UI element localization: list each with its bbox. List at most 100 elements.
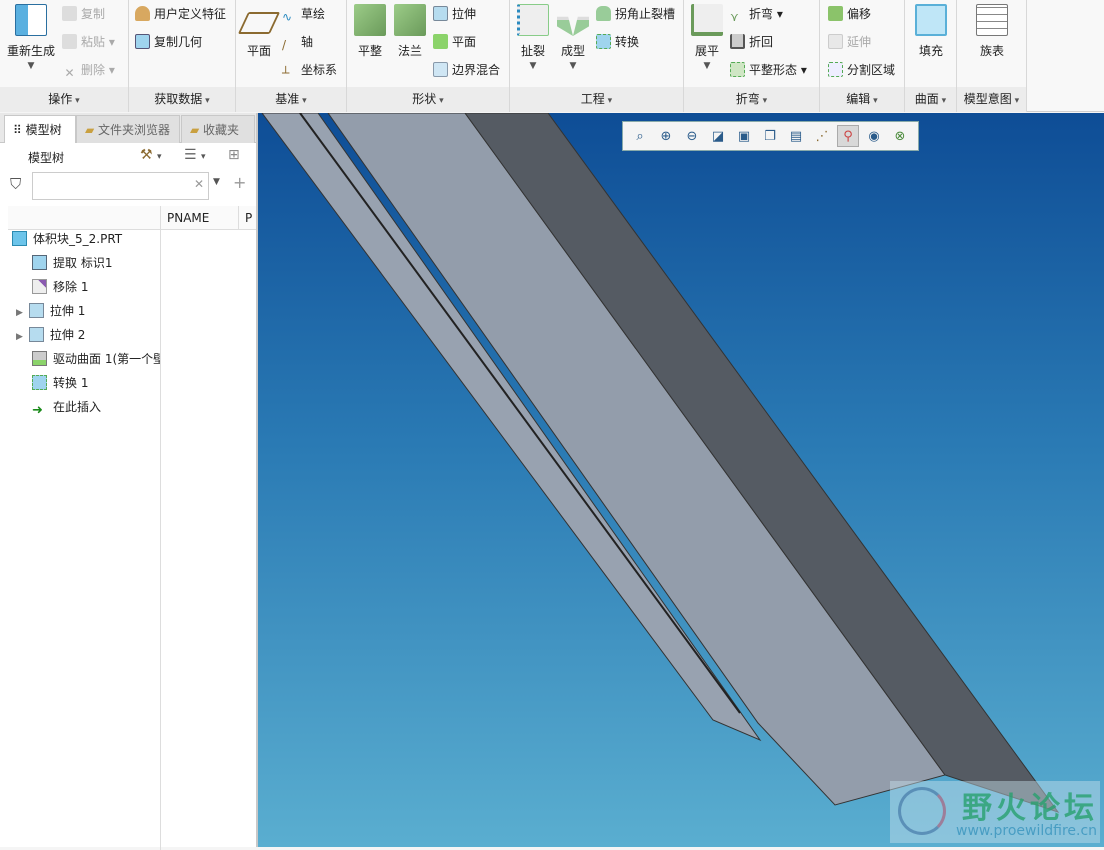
datum-display-icon[interactable]: ⋰ — [811, 125, 833, 147]
extend-button[interactable]: 延伸 — [828, 32, 871, 52]
planar-button[interactable]: 平面 — [433, 32, 476, 52]
group-label[interactable]: 工程 — [510, 87, 683, 112]
convert-button[interactable]: 转换 — [596, 32, 639, 52]
column-divider — [160, 230, 161, 850]
tree-item[interactable]: 提取 标识1 — [32, 252, 192, 274]
tree-item[interactable]: ▶ 拉伸 1 — [16, 300, 176, 322]
tab-folder-browser[interactable]: ▰ 文件夹浏览器 — [76, 115, 180, 143]
tree-item[interactable]: 转换 1 — [32, 372, 192, 394]
insert-here-arrow-icon: ➜ — [32, 403, 43, 418]
family-table-button[interactable]: 族表 — [973, 4, 1011, 59]
family-table-icon — [976, 4, 1008, 36]
appearance-icon[interactable]: ⊗ — [889, 125, 911, 147]
watermark-url: www.proewildfire.cn — [956, 823, 1098, 839]
unbend-button[interactable]: 展平 ▼ — [688, 4, 726, 71]
tree-item[interactable]: ▶ 拉伸 2 — [16, 324, 176, 346]
tree-icon: ⠿ — [13, 123, 26, 137]
column-header-row: PNAME P — [8, 206, 256, 230]
column-p[interactable]: P — [238, 206, 256, 230]
column-pname[interactable]: PNAME — [160, 206, 240, 230]
tree-item-root[interactable]: 体积块_5_2.PRT — [12, 228, 172, 250]
filter-icon: ⛉ — [10, 175, 22, 193]
split-area-button[interactable]: 分割区域 — [828, 60, 895, 80]
saved-views-icon[interactable]: ❐ — [759, 125, 781, 147]
folder-icon: ▰ — [85, 123, 99, 137]
bend-back-button[interactable]: 折回 — [730, 32, 773, 52]
boundary-blend-button[interactable]: 边界混合 — [433, 60, 500, 80]
coordinate-system-icon: ┴ — [282, 66, 290, 80]
sketch-button[interactable]: ∿ 草绘 — [282, 4, 325, 24]
extrude-button[interactable]: 拉伸 — [433, 4, 476, 24]
group-label[interactable]: 编辑 — [820, 87, 904, 112]
coordinate-system-button[interactable]: ┴ 坐标系 — [282, 60, 337, 80]
group-label[interactable]: 操作 — [0, 87, 128, 112]
bend-button[interactable]: ⋎ 折弯 ▾ — [730, 4, 783, 24]
rip-button[interactable]: 扯裂 ▼ — [516, 4, 550, 71]
fill-button[interactable]: 填充 — [913, 4, 949, 59]
graphics-viewport[interactable]: ⌕ ⊕ ⊖ ◪ ▣ ❐ ▤ ⋰ ⚲ ◉ ⊗ 野火论坛 www.proewildf… — [258, 113, 1104, 847]
add-filter-icon[interactable]: + — [233, 173, 246, 192]
corner-relief-button[interactable]: 拐角止裂槽 — [596, 4, 675, 24]
clear-search-icon[interactable]: ✕ — [194, 177, 204, 191]
group-engineering: 扯裂 ▼ 成型 ▼ 拐角止裂槽 转换 工程 — [510, 0, 684, 112]
group-label[interactable]: 模型意图 — [957, 87, 1026, 112]
rip-icon — [517, 4, 549, 36]
flange-button[interactable]: 法兰 — [393, 4, 427, 59]
offset-icon — [828, 6, 843, 21]
flat-wall-button[interactable]: 平整 — [353, 4, 387, 59]
zoom-out-icon[interactable]: ⊖ — [681, 125, 703, 147]
annotation-display-icon[interactable]: ◉ — [863, 125, 885, 147]
regenerate-button[interactable]: 重新生成 ▼ — [4, 4, 58, 71]
paste-icon — [62, 34, 77, 49]
repaint-icon[interactable]: ◪ — [707, 125, 729, 147]
paste-button[interactable]: 粘贴 ▾ — [62, 32, 115, 52]
group-label[interactable]: 形状 — [347, 87, 509, 112]
search-dropdown-icon[interactable]: ▼ — [213, 177, 220, 187]
tree-item[interactable]: 移除 1 — [32, 276, 192, 298]
zoom-in-icon[interactable]: ⊕ — [655, 125, 677, 147]
settings-tools-icon[interactable]: ⚒ ▾ — [140, 147, 162, 163]
axis-icon: / — [282, 38, 287, 52]
display-style-icon[interactable]: ▣ — [733, 125, 755, 147]
group-label[interactable]: 获取数据 — [129, 87, 235, 112]
show-list-icon[interactable]: ☰ ▾ — [184, 147, 206, 163]
tab-favorites[interactable]: ▰ 收藏夹 — [181, 115, 255, 143]
tree-visibility-icon[interactable]: ⊞ — [228, 147, 240, 163]
extrude-icon — [28, 327, 44, 342]
search-input[interactable] — [32, 172, 209, 200]
tab-model-tree[interactable]: ⠿ 模型树 — [4, 115, 76, 143]
tree-item-insert-here[interactable]: ➜ 在此插入 — [32, 396, 192, 418]
view-toolbar: ⌕ ⊕ ⊖ ◪ ▣ ❐ ▤ ⋰ ⚲ ◉ ⊗ — [622, 121, 919, 151]
group-label[interactable]: 基准 — [236, 87, 346, 112]
refit-icon[interactable]: ⌕ — [629, 125, 651, 147]
extrude-icon — [433, 6, 448, 21]
group-edit: 偏移 延伸 分割区域 编辑 — [820, 0, 905, 112]
view-manager-icon[interactable]: ▤ — [785, 125, 807, 147]
spin-center-icon[interactable]: ⚲ — [837, 125, 859, 147]
split-area-icon — [828, 62, 843, 77]
regenerate-icon — [15, 4, 47, 36]
copy-geometry-button[interactable]: 复制几何 — [135, 32, 202, 52]
convert-icon — [596, 34, 611, 49]
udf-button[interactable]: 用户定义特征 — [135, 4, 226, 24]
group-label[interactable]: 曲面 — [905, 87, 956, 112]
group-model-intent: 族表 模型意图 — [957, 0, 1027, 112]
extend-icon — [828, 34, 843, 49]
datum-plane-button[interactable]: 平面 — [237, 4, 281, 59]
offset-button[interactable]: 偏移 — [828, 4, 871, 24]
copy-button[interactable]: 复制 — [62, 4, 105, 24]
flat-pattern-button[interactable]: 平整形态 ▾ — [730, 60, 807, 80]
flat-wall-icon — [354, 4, 386, 36]
copy-icon — [62, 6, 77, 21]
form-button[interactable]: 成型 ▼ — [556, 4, 590, 71]
axis-button[interactable]: / 轴 — [282, 32, 313, 52]
copy-geometry-icon — [135, 34, 150, 49]
model-tree-panel: ⠿ 模型树 ▰ 文件夹浏览器 ▰ 收藏夹 模型树 ⚒ ▾ ☰ ▾ ⊞ ⛉ ✕ ▼… — [0, 113, 258, 850]
expand-arrow-icon[interactable]: ▶ — [16, 332, 23, 342]
tree-item[interactable]: 驱动曲面 1(第一个壁 — [32, 348, 160, 370]
group-bend: 展平 ▼ ⋎ 折弯 ▾ 折回 平整形态 ▾ 折弯 — [684, 0, 820, 112]
group-label[interactable]: 折弯 — [684, 87, 819, 112]
delete-button[interactable]: ✕ 删除 ▾ — [62, 60, 114, 80]
corner-relief-icon — [596, 6, 611, 21]
expand-arrow-icon[interactable]: ▶ — [16, 308, 23, 318]
